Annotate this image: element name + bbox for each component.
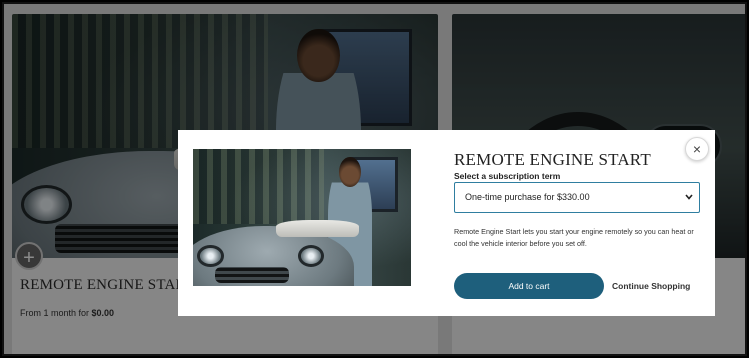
subscription-term-select[interactable]: One-time purchase for $330.00 — [454, 182, 700, 213]
subscription-term-label: Select a subscription term — [454, 171, 561, 181]
add-to-cart-button[interactable]: Add to cart — [454, 273, 604, 299]
product-description: Remote Engine Start lets you start your … — [454, 227, 694, 248]
product-modal: × REMOTE ENGINE START Select a subscript… — [178, 130, 715, 316]
select-value: One-time purchase for $330.00 — [465, 192, 590, 202]
continue-shopping-link[interactable]: Continue Shopping — [612, 281, 690, 291]
app-frame: + REMOTE ENGINE START From 1 month for $… — [2, 2, 747, 356]
modal-title: REMOTE ENGINE START — [454, 150, 651, 169]
modal-product-image — [193, 149, 411, 286]
chevron-down-icon — [685, 183, 693, 222]
close-icon[interactable]: × — [685, 137, 709, 161]
